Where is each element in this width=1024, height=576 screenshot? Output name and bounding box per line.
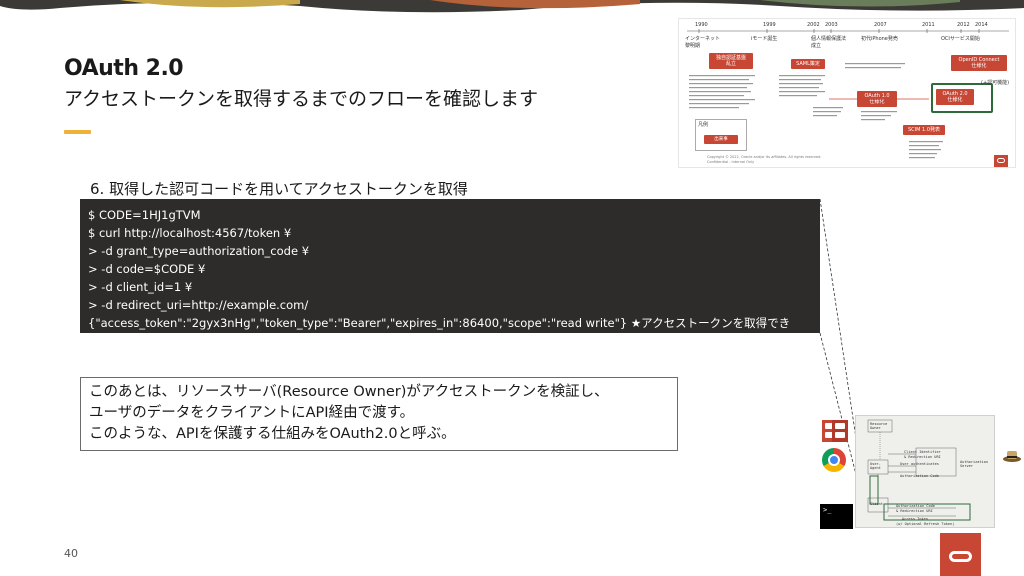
top-decorative-band: [0, 0, 1024, 16]
legend-item: 出来事: [704, 135, 738, 144]
page-subtitle: アクセストークンを取得するまでのフローを確認します: [64, 88, 539, 110]
seq-label: Access Token: [902, 517, 928, 521]
history-legend: 凡例 出来事: [695, 119, 747, 151]
note-line: このあとは、リソースサーバ(Resource Owner)がアクセストークンを検…: [89, 384, 609, 400]
history-copyright: Copyright © 2022, Oracle and/or its affi…: [707, 155, 822, 159]
seq-label: User authenticates: [900, 462, 939, 466]
step-title: 6. 取得した認可コードを用いてアクセストークンを取得: [90, 180, 468, 198]
seq-label: User- Agent: [870, 462, 881, 470]
oracle-logo-icon: [940, 533, 981, 576]
terminal-line: > -d code=$CODE ¥: [88, 262, 206, 276]
terminal-line: > -d client_id=1 ¥: [88, 280, 193, 294]
terminal-icon: >_: [820, 504, 853, 529]
hat-icon: [1003, 451, 1021, 462]
seq-label: (w/ Optional Refresh Token): [896, 522, 955, 526]
explanation-note: このあとは、リソースサーバ(Resource Owner)がアクセストークンを検…: [80, 377, 678, 451]
accent-bar: [64, 130, 91, 134]
terminal-line: $ CODE=1HJ1gTVM: [88, 208, 201, 222]
seq-label: Authorization Server: [960, 460, 989, 468]
terminal-token-response: {"access_token":"2gyx3nHg","token_type":…: [88, 316, 791, 348]
seq-label: Authorization Code: [896, 504, 935, 508]
terminal-line: > -d grant_type=authorization_code ¥: [88, 244, 310, 258]
seq-label: Client Identifier: [904, 450, 941, 454]
seq-label: & Redirection URI: [896, 509, 933, 513]
history-confidential: Confidential - Internal Only: [707, 160, 755, 164]
legend-title: 凡例: [698, 122, 709, 128]
oracle-logo-icon: [994, 155, 1008, 167]
seq-label: Client: [870, 502, 883, 506]
terminal-line: $ curl http://localhost:4567/token ¥: [88, 226, 292, 240]
note-line: ユーザのデータをクライアントにAPI経由で渡す。: [89, 405, 415, 421]
page-title: OAuth 2.0: [64, 56, 184, 81]
note-line: このような、APIを保護する仕組みをOAuth2.0と呼ぶ。: [89, 426, 456, 442]
oauth-sequence-diagram-thumbnail: Resource Owner Client Identifier & Redir…: [855, 415, 995, 528]
terminal-line: > -d redirect_uri=http://example.com/: [88, 298, 309, 312]
server-icon: [832, 420, 848, 442]
seq-label: & Redirection URI: [904, 455, 941, 459]
seq-label: Resource Owner: [870, 422, 888, 430]
page-number: 40: [64, 547, 78, 560]
seq-label: Authorization Code: [900, 474, 939, 478]
terminal-output: $ CODE=1HJ1gTVM $ curl http://localhost:…: [80, 199, 820, 348]
history-timeline-thumbnail: 1990 1999 2002 2003 2007 2011 2012 2014 …: [678, 18, 1016, 168]
browser-icon: [822, 448, 846, 472]
